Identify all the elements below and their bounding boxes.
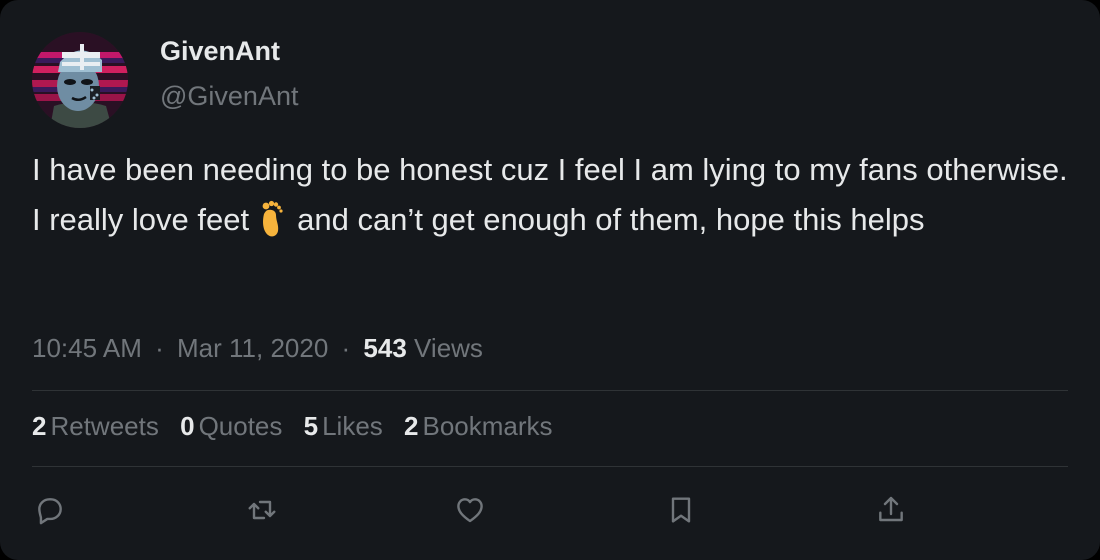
tweet-time[interactable]: 10:45 AM (32, 333, 142, 363)
share-icon (879, 496, 903, 522)
divider (32, 466, 1068, 467)
reply-button[interactable] (33, 493, 67, 527)
meta-separator: · (341, 333, 351, 363)
retweet-button[interactable] (245, 493, 279, 527)
user-handle[interactable]: @GivenAnt (160, 81, 298, 112)
likes-count: 5 (303, 411, 319, 441)
bookmarks-label: Bookmarks (422, 411, 553, 441)
bookmarks-stat[interactable]: 2 Bookmarks (404, 411, 553, 441)
reply-icon (38, 498, 62, 525)
quotes-label: Quotes (198, 411, 283, 441)
avatar-illustration (32, 32, 128, 128)
foot-emoji-icon (257, 198, 285, 238)
bookmarks-count: 2 (404, 411, 419, 441)
tweet-date[interactable]: Mar 11, 2020 (177, 333, 328, 363)
engagement-stats: 2 Retweets 0 Quotes 5 Likes 2 Bookmarks (32, 411, 567, 442)
quotes-count: 0 (180, 411, 195, 441)
retweets-count: 2 (32, 411, 47, 441)
like-button[interactable] (453, 493, 487, 527)
display-name[interactable]: GivenAnt (160, 36, 280, 67)
tweet-text-part-2: and can’t get enough of them, hope this … (297, 202, 925, 237)
retweet-icon (248, 500, 276, 520)
divider (32, 390, 1068, 391)
retweets-stat[interactable]: 2 Retweets (32, 411, 159, 441)
views-count: 543 (363, 333, 407, 363)
likes-stat[interactable]: 5 Likes (304, 411, 383, 441)
heart-icon (457, 498, 483, 523)
views-label: Views (414, 333, 483, 363)
tweet-text: I have been needing to be honest cuz I f… (32, 145, 1072, 245)
share-button[interactable] (874, 493, 908, 527)
likes-label: Likes (322, 411, 383, 441)
bookmark-icon (671, 497, 691, 523)
meta-separator: · (155, 333, 164, 363)
quotes-stat[interactable]: 0 Quotes (180, 411, 282, 441)
retweets-label: Retweets (50, 411, 159, 441)
bookmark-button[interactable] (664, 493, 698, 527)
avatar[interactable] (32, 32, 128, 128)
tweet-meta: 10:45 AM · Mar 11, 2020 · 543 Views (32, 333, 483, 364)
tweet-card: GivenAnt @GivenAnt I have been needing t… (0, 0, 1100, 560)
